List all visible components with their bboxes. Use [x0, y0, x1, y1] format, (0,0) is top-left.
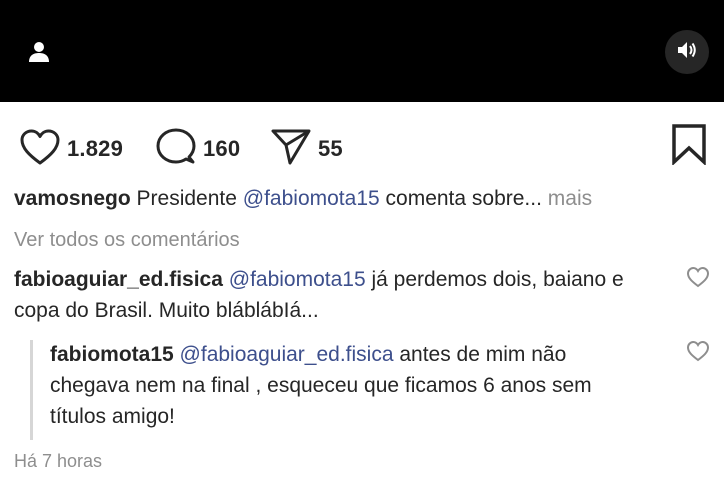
share-count: 55: [318, 136, 343, 161]
reply-like-button[interactable]: [686, 340, 710, 362]
comment-username[interactable]: fabioaguiar_ed.fisica: [14, 268, 223, 291]
post-timestamp: Há 7 horas: [14, 451, 103, 471]
save-button[interactable]: [670, 123, 708, 170]
paper-plane-icon: [270, 127, 312, 172]
comment-reply: fabiomota15 @fabioaguiar_ed.fisica antes…: [50, 339, 650, 432]
person-icon[interactable]: [27, 40, 51, 64]
speech-bubble-icon: [155, 127, 197, 172]
video-area[interactable]: [0, 0, 724, 102]
speaker-icon: [676, 40, 698, 65]
caption-username[interactable]: vamosnego: [14, 187, 131, 210]
post-caption: vamosnego Presidente @fabiomota15 coment…: [14, 187, 592, 211]
comment: fabioaguiar_ed.fisica @fabiomota15 já pe…: [14, 264, 654, 326]
view-all-comments-link[interactable]: Ver todos os comentários: [14, 229, 240, 252]
more-link[interactable]: mais: [542, 187, 592, 210]
bookmark-icon: [670, 123, 708, 170]
heart-icon: [19, 128, 61, 171]
caption-text: Presidente: [130, 187, 243, 210]
comment-like-button[interactable]: [686, 266, 710, 288]
heart-icon: [686, 266, 710, 292]
comment-count: 160: [203, 136, 241, 161]
share-button[interactable]: 55: [270, 127, 343, 171]
reply-mention[interactable]: @fabioaguiar_ed.fisica: [180, 343, 394, 366]
like-count: 1.829: [67, 136, 124, 161]
comment-mention[interactable]: @fabiomota15: [229, 268, 366, 291]
post-actions: 1.829 160 55: [0, 102, 724, 184]
like-button[interactable]: 1.829: [19, 127, 123, 171]
caption-mention[interactable]: @fabiomota15: [243, 187, 380, 210]
comment-button[interactable]: 160: [155, 127, 240, 171]
caption-text-rest: comenta sobre...: [379, 187, 542, 210]
mute-button[interactable]: [665, 30, 709, 74]
reply-thread-line: [30, 340, 33, 440]
reply-username[interactable]: fabiomota15: [50, 343, 174, 366]
heart-icon: [686, 340, 710, 366]
